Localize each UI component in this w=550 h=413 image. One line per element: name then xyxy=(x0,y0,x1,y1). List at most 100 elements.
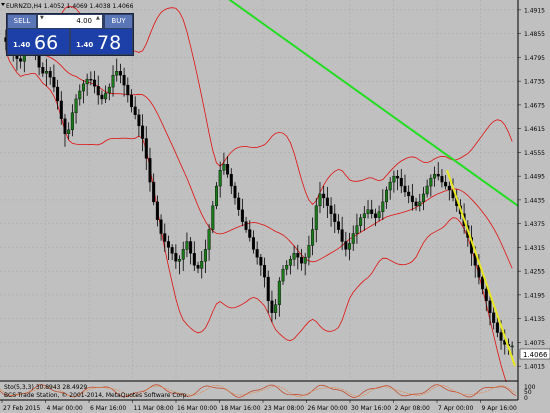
candle-body xyxy=(178,259,182,262)
candle-body xyxy=(174,253,178,262)
candle-body xyxy=(218,170,222,187)
candle-body xyxy=(274,304,278,313)
candle-body xyxy=(495,322,499,333)
candle-body xyxy=(67,129,71,134)
time-label: 27 Feb 2015 xyxy=(3,405,41,412)
buy-price-prefix: 1.40 xyxy=(76,41,94,49)
candle-body xyxy=(81,83,85,92)
candle-body xyxy=(89,78,93,81)
candle-body xyxy=(163,233,167,242)
candle-body xyxy=(296,253,300,258)
price-label: 1.4195 xyxy=(524,292,545,299)
candle-body xyxy=(240,209,244,222)
price-label: 1.4615 xyxy=(524,126,545,133)
candle-body xyxy=(237,197,241,210)
candle-body xyxy=(288,259,292,266)
candle-body xyxy=(359,217,363,226)
candle-body xyxy=(418,201,422,207)
price-plot[interactable] xyxy=(0,0,518,380)
buy-price-button[interactable]: 1.40 78 xyxy=(71,29,132,54)
candle-body xyxy=(270,300,274,313)
time-axis: 27 Feb 2015 4 Mar 00:00 6 Mar 16:00 11 Mar … xyxy=(1,400,517,412)
candle-body xyxy=(381,201,385,212)
candle-body xyxy=(211,205,215,230)
candle-body xyxy=(133,106,137,115)
candle-body xyxy=(340,229,344,242)
candle-body xyxy=(510,345,514,348)
candle-body xyxy=(189,241,193,254)
lot-size-input[interactable]: 4.00 xyxy=(38,15,102,28)
candle-body xyxy=(425,185,429,195)
time-label: 2 Apr 08:00 xyxy=(395,405,430,412)
candle-body xyxy=(63,118,67,134)
candle-body xyxy=(251,237,255,250)
candle-body xyxy=(85,78,89,85)
candle-body xyxy=(118,71,122,76)
candle-body xyxy=(196,265,200,269)
candle-body xyxy=(181,249,185,260)
indicator-label: Sto(5,3,3) 30.8943 28.4929 xyxy=(4,384,87,391)
sell-price-pips: 66 xyxy=(34,32,59,54)
candle-body xyxy=(19,58,23,62)
candle-body xyxy=(59,100,63,119)
candle-body xyxy=(492,312,496,323)
candle-body xyxy=(159,219,163,234)
price-axis: 1.4915 1.4855 1.4795 1.4735 1.4675 1.4615 1.45… xyxy=(518,7,545,371)
candle-body xyxy=(322,193,326,199)
candle-body xyxy=(185,241,189,250)
candle-body xyxy=(263,265,267,278)
candle-body xyxy=(396,175,400,179)
candle-body xyxy=(348,243,352,250)
price-label: 1.4855 xyxy=(524,31,545,38)
price-label: 1.4255 xyxy=(524,269,545,276)
candle-body xyxy=(436,173,440,177)
lot-decrease-icon[interactable]: ▼ xyxy=(40,15,44,21)
candle-body xyxy=(481,276,485,290)
candle-body xyxy=(377,211,381,218)
candle-body xyxy=(70,112,74,131)
price-label: 1.4135 xyxy=(524,316,545,323)
price-label: 1.4795 xyxy=(524,55,545,62)
buy-button[interactable]: BUY xyxy=(105,15,132,28)
candle-body xyxy=(314,205,318,230)
candle-body xyxy=(122,75,126,86)
sell-price-button[interactable]: 1.40 66 xyxy=(8,29,69,54)
candle-body xyxy=(311,229,315,246)
price-label: 1.4555 xyxy=(524,150,545,157)
candle-body xyxy=(373,213,377,218)
candle-body xyxy=(370,209,374,214)
candle-body xyxy=(78,90,82,100)
candle-body xyxy=(362,213,366,218)
candle-body xyxy=(244,221,248,230)
candle-body xyxy=(48,71,52,78)
candle-body xyxy=(440,175,444,183)
candle-body xyxy=(307,245,311,258)
candle-body xyxy=(285,265,289,270)
candle-body xyxy=(499,332,503,341)
candle-body xyxy=(266,276,270,302)
sell-button[interactable]: SELL xyxy=(8,15,36,28)
time-label: 6 Mar 16:00 xyxy=(90,405,126,412)
indicator-axis-bottom: 0 xyxy=(524,395,528,402)
price-label: 1.4015 xyxy=(524,364,545,371)
candle-body xyxy=(325,197,329,207)
candle-body xyxy=(355,225,359,234)
time-label: 16 Mar 00:00 xyxy=(177,405,217,412)
candle-body xyxy=(429,177,433,187)
candle-body xyxy=(259,257,263,266)
candle-body xyxy=(111,75,115,88)
price-label: 1.4315 xyxy=(524,245,545,252)
lot-increase-icon[interactable]: ▲ xyxy=(96,15,100,21)
candle-body xyxy=(41,67,45,74)
chart-area[interactable]: Sto(5,3,3) 30.8943 28.4929 BCS Trade Sta… xyxy=(0,0,550,413)
candle-body xyxy=(200,261,204,269)
candle-body xyxy=(484,288,488,302)
candle-body xyxy=(255,249,259,258)
copyright-text: BCS Trade Station, © 2001-2014, MetaQuot… xyxy=(4,392,188,399)
candle-body xyxy=(344,241,348,250)
candle-body xyxy=(336,221,340,230)
candle-body xyxy=(407,191,411,197)
candle-body xyxy=(303,257,307,264)
price-label: 1.4375 xyxy=(524,221,545,228)
candle-body xyxy=(318,193,322,207)
